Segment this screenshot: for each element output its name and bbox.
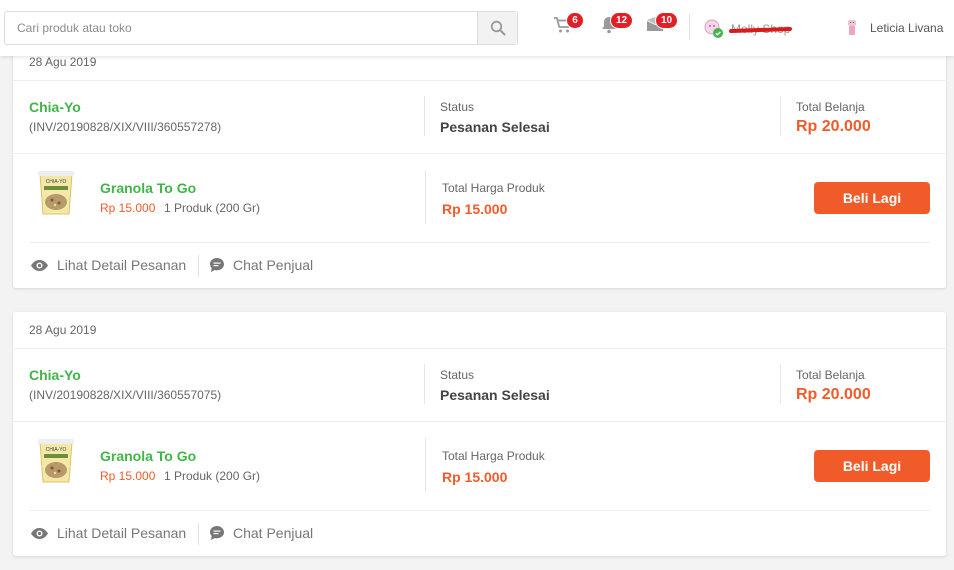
divider [198, 523, 199, 545]
invoice-number: (INV/20190828/XIX/VIII/360557075) [29, 388, 222, 402]
divider [424, 364, 425, 404]
user-menu[interactable]: Leticia Livana [846, 19, 943, 37]
divider [425, 438, 426, 492]
divider [13, 421, 946, 422]
invoice-number: (INV/20190828/XIX/VIII/360557278) [29, 120, 222, 134]
shop-link[interactable]: Chia-Yo [29, 367, 81, 383]
divider [13, 153, 946, 154]
product-price: Rp 15.000 [100, 201, 156, 215]
divider [780, 96, 781, 136]
order-detail-link[interactable]: Lihat Detail Pesanan [30, 257, 186, 273]
product-total-label: Total Harga Produk [442, 181, 545, 195]
chat-seller-link[interactable]: Chat Penjual [209, 257, 313, 273]
divider [424, 96, 425, 136]
divider [13, 348, 946, 349]
user-name: Leticia Livana [870, 21, 944, 35]
eye-icon [31, 259, 48, 271]
product-name[interactable]: Granola To Go [100, 180, 196, 196]
status-label: Status [440, 368, 475, 382]
search-input[interactable] [5, 12, 477, 44]
divider [780, 364, 781, 404]
inbox-count-badge: 10 [655, 12, 679, 29]
product-thumbnail[interactable]: CHIA-YO [35, 168, 77, 218]
order-card: 28 Agu 2019 Chia-Yo (INV/20190828/XIX/VI… [13, 44, 946, 288]
order-detail-label: Lihat Detail Pesanan [57, 525, 187, 541]
notification-count-badge: 12 [610, 12, 634, 29]
buy-again-button[interactable]: Beli Lagi [814, 450, 930, 482]
product-image: CHIA-YO [38, 171, 74, 215]
product-total: Rp 15.000 [442, 469, 508, 485]
cart-count-badge: 6 [566, 12, 584, 29]
product-quantity: 1 Produk (200 Gr) [164, 469, 261, 483]
search-box [4, 11, 518, 45]
eye-icon [31, 527, 48, 539]
divider [425, 170, 426, 224]
order-detail-link[interactable]: Lihat Detail Pesanan [30, 525, 186, 541]
chat-seller-link[interactable]: Chat Penjual [209, 525, 313, 541]
user-avatar-icon [848, 20, 856, 35]
notification-button[interactable]: 12 [599, 12, 634, 41]
product-total: Rp 15.000 [442, 201, 508, 217]
divider [198, 255, 199, 277]
status-label: Status [440, 100, 475, 114]
order-status: Pesanan Selesai [440, 119, 550, 135]
shop-menu[interactable]: Molly Shop [703, 18, 790, 40]
shop-avatar-icon [704, 19, 723, 38]
inbox-button[interactable]: 10 [645, 12, 679, 41]
search-icon [490, 20, 505, 36]
header-divider [689, 14, 690, 40]
divider [29, 242, 930, 243]
shop-name: Molly Shop [731, 22, 791, 36]
total-label: Total Belanja [796, 368, 865, 382]
buy-again-button[interactable]: Beli Lagi [814, 182, 930, 214]
divider [13, 80, 946, 81]
top-navbar: 6 12 10 Molly Shop Leticia Livana [0, 0, 954, 56]
chat-icon [210, 258, 224, 272]
total-label: Total Belanja [796, 100, 865, 114]
cart-button[interactable]: 6 [553, 12, 584, 41]
order-status: Pesanan Selesai [440, 387, 550, 403]
product-quantity: 1 Produk (200 Gr) [164, 201, 261, 215]
product-thumbnail[interactable]: CHIA-YO [35, 436, 77, 486]
order-total: Rp 20.000 [796, 118, 871, 135]
order-detail-label: Lihat Detail Pesanan [57, 257, 187, 273]
product-total-label: Total Harga Produk [442, 449, 545, 463]
chat-icon [210, 526, 224, 540]
divider [29, 510, 930, 511]
product-image: CHIA-YO [38, 439, 74, 483]
chat-seller-label: Chat Penjual [233, 257, 314, 273]
order-card: 28 Agu 2019 Chia-Yo (INV/20190828/XIX/VI… [13, 312, 946, 556]
product-name[interactable]: Granola To Go [100, 448, 196, 464]
order-date: 28 Agu 2019 [29, 323, 97, 337]
order-date: 28 Agu 2019 [29, 55, 97, 69]
product-price: Rp 15.000 [100, 469, 156, 483]
order-total: Rp 20.000 [796, 386, 871, 403]
shop-link[interactable]: Chia-Yo [29, 99, 81, 115]
svg-text:CHIA-YO: CHIA-YO [46, 179, 67, 185]
search-button[interactable] [477, 12, 517, 44]
chat-seller-label: Chat Penjual [233, 525, 314, 541]
svg-text:CHIA-YO: CHIA-YO [46, 447, 67, 453]
